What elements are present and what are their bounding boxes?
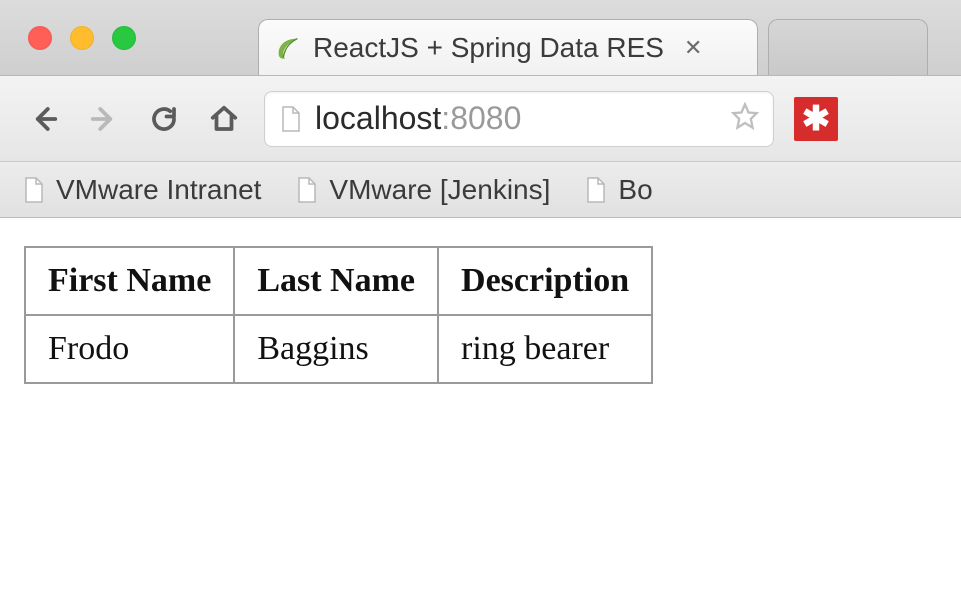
- traffic-lights: [28, 26, 136, 50]
- table-header-row: First Name Last Name Description: [25, 247, 652, 315]
- page-icon: [584, 176, 608, 204]
- col-description: Description: [438, 247, 652, 315]
- browser-tab-inactive[interactable]: [768, 19, 928, 75]
- bookmark-label: VMware [Jenkins]: [329, 174, 550, 206]
- close-icon[interactable]: ✕: [680, 33, 706, 63]
- asterisk-icon: ✱: [802, 99, 831, 139]
- bookmark-item[interactable]: Bo: [584, 174, 652, 206]
- page-icon: [22, 176, 46, 204]
- browser-tab-active[interactable]: ReactJS + Spring Data RES ✕: [258, 19, 758, 75]
- tab-strip: ReactJS + Spring Data RES ✕: [258, 19, 928, 75]
- bookmarks-bar: VMware Intranet VMware [Jenkins] Bo: [0, 162, 961, 218]
- url-port: :8080: [441, 100, 521, 136]
- bookmark-item[interactable]: VMware [Jenkins]: [295, 174, 550, 206]
- window-minimize-button[interactable]: [70, 26, 94, 50]
- cell-first-name: Frodo: [25, 315, 234, 383]
- col-first-name: First Name: [25, 247, 234, 315]
- page-icon: [295, 176, 319, 204]
- page-content: First Name Last Name Description Frodo B…: [0, 218, 961, 412]
- tab-title: ReactJS + Spring Data RES: [313, 32, 664, 64]
- bookmark-star-icon[interactable]: [731, 102, 759, 135]
- window-zoom-button[interactable]: [112, 26, 136, 50]
- page-icon: [279, 105, 303, 133]
- bookmark-item[interactable]: VMware Intranet: [22, 174, 261, 206]
- url-host: localhost: [315, 100, 441, 136]
- bookmark-label: VMware Intranet: [56, 174, 261, 206]
- forward-button[interactable]: [84, 99, 124, 139]
- cell-last-name: Baggins: [234, 315, 438, 383]
- reload-button[interactable]: [144, 99, 184, 139]
- back-button[interactable]: [24, 99, 64, 139]
- bookmark-label: Bo: [618, 174, 652, 206]
- window-close-button[interactable]: [28, 26, 52, 50]
- employee-table: First Name Last Name Description Frodo B…: [24, 246, 653, 384]
- address-bar[interactable]: localhost:8080: [264, 91, 774, 147]
- table-row: Frodo Baggins ring bearer: [25, 315, 652, 383]
- extension-button[interactable]: ✱: [794, 97, 838, 141]
- window-titlebar: ReactJS + Spring Data RES ✕: [0, 0, 961, 76]
- cell-description: ring bearer: [438, 315, 652, 383]
- browser-toolbar: localhost:8080 ✱: [0, 76, 961, 162]
- col-last-name: Last Name: [234, 247, 438, 315]
- url-text: localhost:8080: [315, 100, 719, 137]
- home-button[interactable]: [204, 99, 244, 139]
- leaf-icon: [273, 33, 303, 63]
